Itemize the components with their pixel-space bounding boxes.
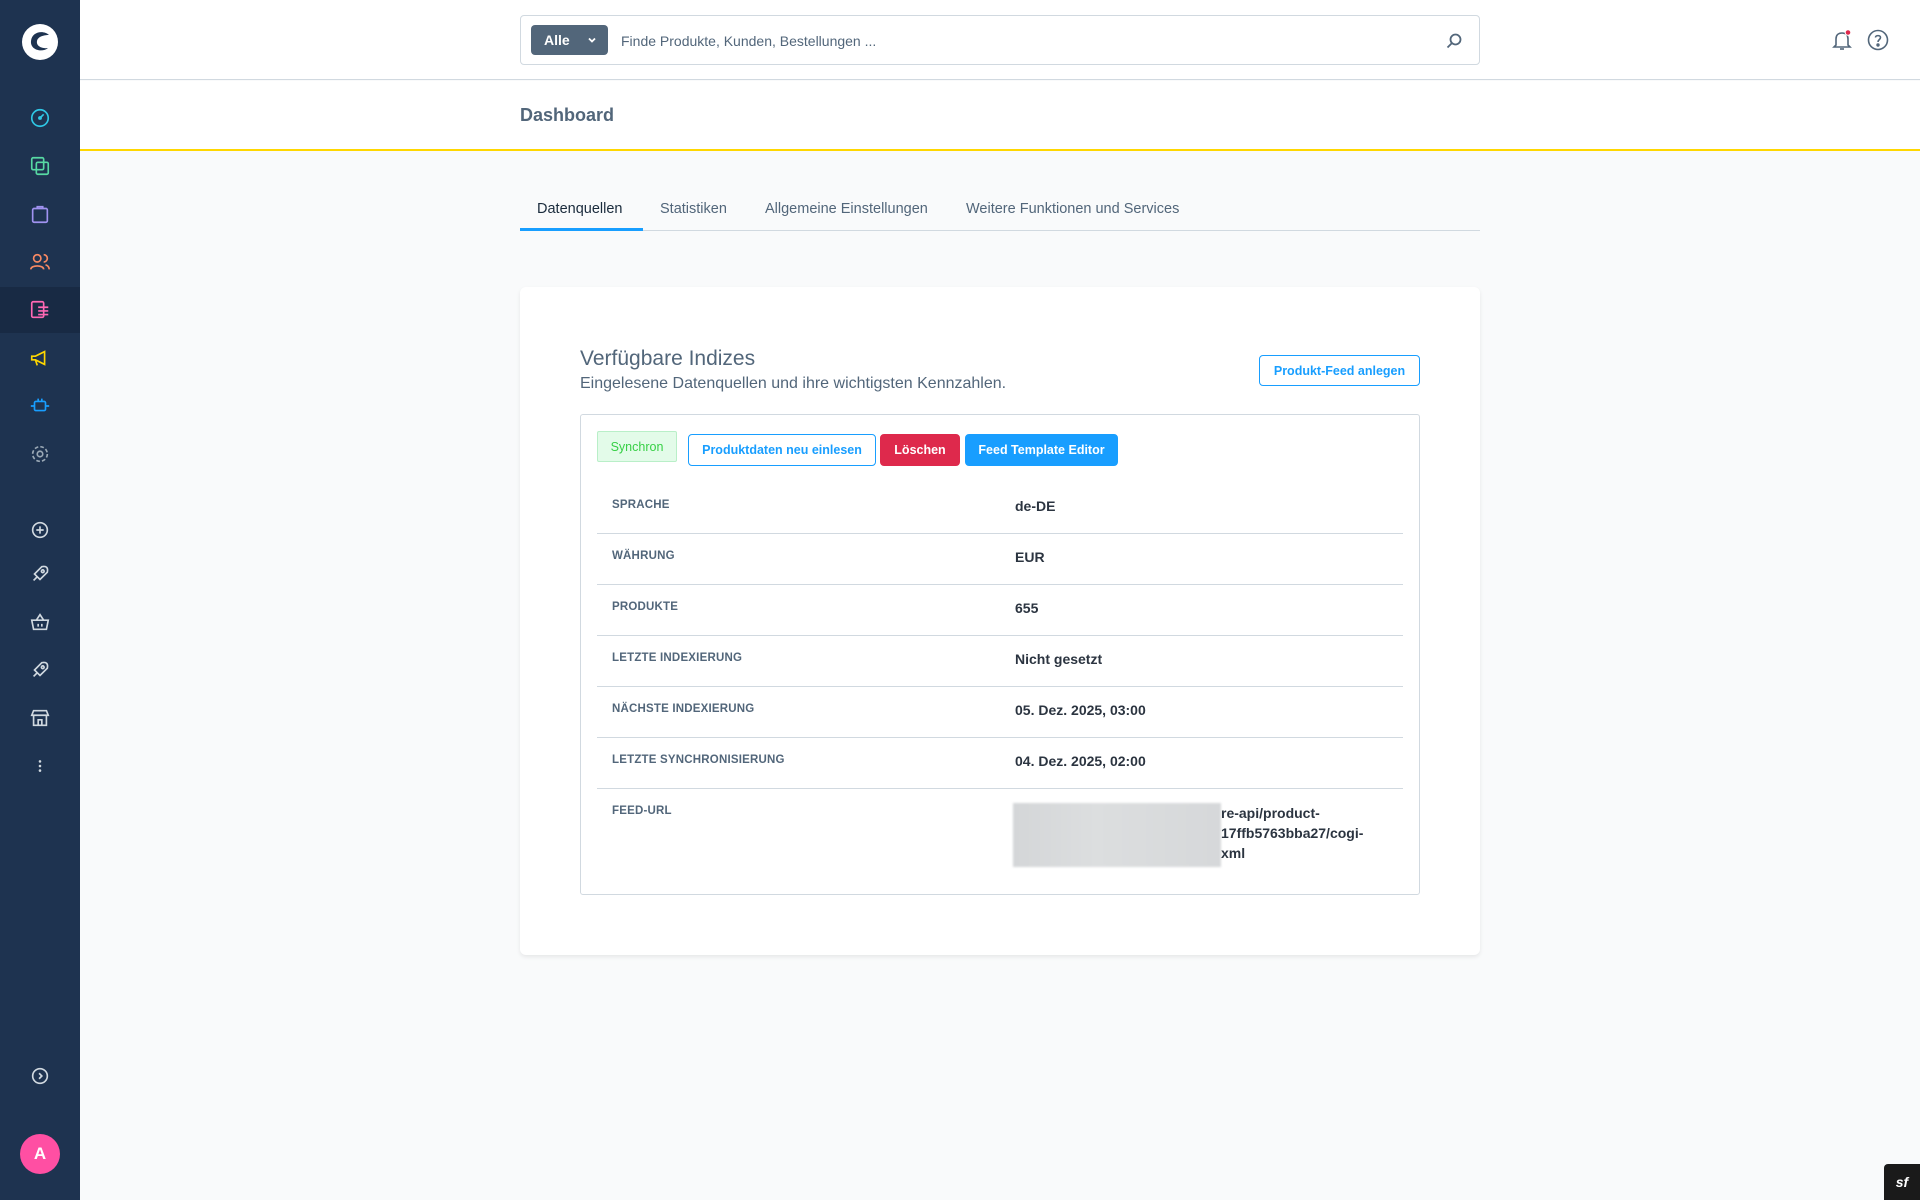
row-value: Nicht gesetzt: [1015, 651, 1103, 667]
sidebar-item-extensions[interactable]: [0, 383, 80, 429]
table-row: FEED-URL re-api/product- 17ffb5763bba27/…: [597, 789, 1403, 869]
settings-icon: [31, 445, 49, 463]
row-value: 655: [1015, 600, 1039, 616]
feed-url-value[interactable]: re-api/product- 17ffb5763bba27/cogi- xml: [1013, 803, 1385, 867]
card-subtitle: Eingelesene Datenquellen und ihre wichti…: [580, 375, 1007, 392]
tab-statistiken[interactable]: Statistiken: [660, 201, 727, 217]
row-value: de-DE: [1015, 498, 1056, 514]
feed-template-editor-button[interactable]: Feed Template Editor: [965, 434, 1118, 466]
shopware-logo-icon[interactable]: [20, 22, 60, 62]
sidebar-item-customers[interactable]: [0, 239, 80, 285]
redacted-region: [1013, 803, 1221, 867]
row-value: 05. Dez. 2025, 03:00: [1015, 702, 1146, 718]
sidebar-item-rocket-2[interactable]: [0, 647, 80, 693]
sidebar-item-add[interactable]: [0, 507, 80, 553]
table-row: NÄCHSTE INDEXIERUNG 05. Dez. 2025, 03:00: [597, 687, 1403, 738]
top-bar: Alle: [80, 0, 1920, 80]
row-label: SPRACHE: [612, 499, 670, 511]
row-value: 04. Dez. 2025, 02:00: [1015, 753, 1146, 769]
store-icon: [30, 709, 50, 727]
page-title: Dashboard: [520, 105, 615, 125]
search-input[interactable]: [621, 28, 1421, 54]
table-row: LETZTE SYNCHRONISIERUNG 04. Dez. 2025, 0…: [597, 738, 1403, 789]
feed-url-text: re-api/product- 17ffb5763bba27/cogi- xml: [1221, 805, 1364, 861]
sidebar-item-marketing[interactable]: [0, 335, 80, 381]
row-label: PRODUKTE: [612, 601, 679, 613]
create-product-feed-button[interactable]: Produkt-Feed anlegen: [1259, 355, 1420, 386]
index-detail-panel: Synchron Produktdaten neu einlesen Lösch…: [580, 414, 1420, 895]
card-title: Verfügbare Indizes: [580, 347, 756, 370]
sidebar-item-basket[interactable]: [0, 599, 80, 645]
sidebar-item-dashboard[interactable]: [0, 95, 80, 141]
row-value: EUR: [1015, 549, 1045, 565]
search-type-dropdown[interactable]: Alle: [531, 25, 608, 55]
row-label: LETZTE SYNCHRONISIERUNG: [612, 754, 785, 766]
sidebar-item-content[interactable]: [0, 287, 80, 333]
symfony-toolbar-icon[interactable]: sf: [1884, 1164, 1920, 1200]
indices-card: Verfügbare Indizes Eingelesene Datenquel…: [520, 287, 1480, 955]
add-icon: [31, 521, 49, 539]
admin-sidebar: A: [0, 0, 80, 1200]
table-row: LETZTE INDEXIERUNG Nicht gesetzt: [597, 636, 1403, 687]
table-row: PRODUKTE 655: [597, 585, 1403, 636]
tab-weitere-funktionen[interactable]: Weitere Funktionen und Services: [966, 201, 1179, 217]
bell-icon[interactable]: [1830, 28, 1854, 52]
orders-icon: [31, 205, 49, 224]
sidebar-collapse-button[interactable]: [0, 1053, 80, 1099]
status-badge: Synchron: [597, 431, 677, 462]
tab-datenquellen[interactable]: Datenquellen: [537, 201, 622, 217]
sidebar-item-store[interactable]: [0, 695, 80, 741]
dashboard-icon: [30, 108, 50, 128]
reload-product-data-button[interactable]: Produktdaten neu einlesen: [688, 434, 876, 466]
basket-icon: [30, 613, 50, 631]
tab-allgemeine-einstellungen[interactable]: Allgemeine Einstellungen: [765, 201, 928, 217]
row-label: LETZTE INDEXIERUNG: [612, 652, 743, 664]
table-row: SPRACHE de-DE: [597, 483, 1403, 534]
user-avatar[interactable]: A: [20, 1134, 60, 1174]
sidebar-item-settings[interactable]: [0, 431, 80, 477]
help-icon[interactable]: [1866, 28, 1890, 52]
marketing-icon: [30, 350, 46, 366]
collapse-icon: [31, 1067, 49, 1085]
search-type-label: Alle: [544, 32, 570, 48]
customers-icon: [30, 253, 50, 270]
chevron-down-icon: [588, 37, 596, 43]
content-icon: [30, 300, 49, 319]
rocket-icon: [32, 565, 49, 582]
active-tab-indicator: [520, 228, 643, 231]
sidebar-item-catalogues[interactable]: [0, 143, 80, 189]
row-label: NÄCHSTE INDEXIERUNG: [612, 703, 755, 715]
delete-button[interactable]: Löschen: [880, 434, 960, 466]
tab-bar: Datenquellen Statistiken Allgemeine Eins…: [520, 195, 1480, 231]
smart-bar: Dashboard: [80, 81, 1920, 151]
table-row: WÄHRUNG EUR: [597, 534, 1403, 585]
extensions-icon: [30, 398, 50, 412]
rocket-icon: [32, 661, 49, 678]
row-label: FEED-URL: [612, 805, 672, 817]
global-search: Alle: [520, 15, 1480, 65]
more-icon: [38, 760, 42, 772]
sidebar-item-orders[interactable]: [0, 191, 80, 237]
sidebar-item-more[interactable]: [0, 743, 80, 789]
search-icon[interactable]: [1445, 32, 1463, 50]
catalog-icon: [30, 156, 50, 176]
row-label: WÄHRUNG: [612, 550, 675, 562]
sidebar-item-rocket[interactable]: [0, 551, 80, 597]
